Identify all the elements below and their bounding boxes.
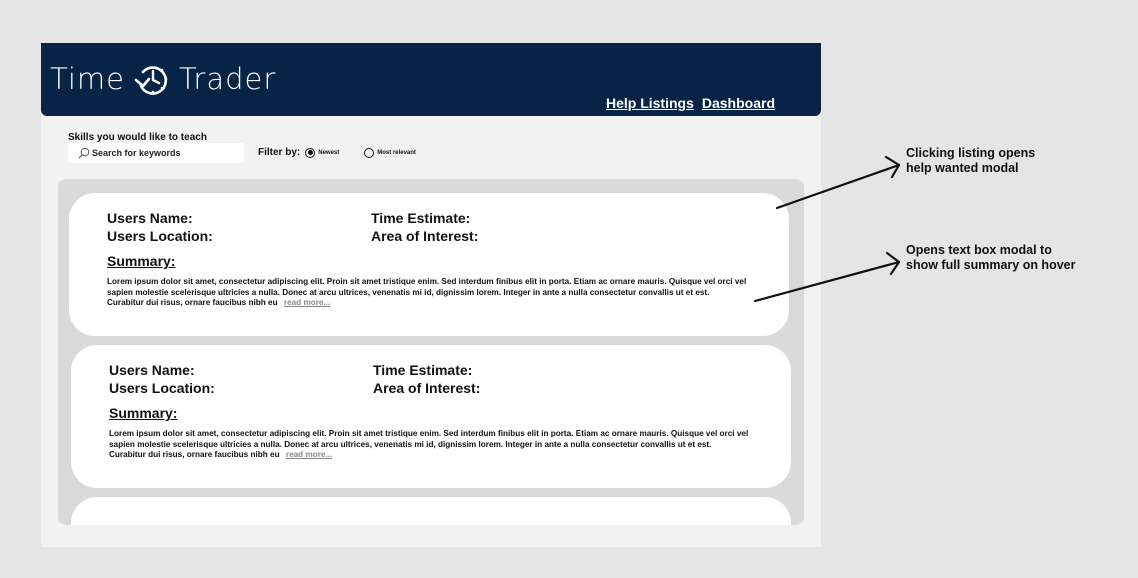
annotation-arrow-2 xyxy=(753,251,901,303)
annotation-arrow-1 xyxy=(775,155,901,210)
annotation-arrows xyxy=(753,155,901,303)
